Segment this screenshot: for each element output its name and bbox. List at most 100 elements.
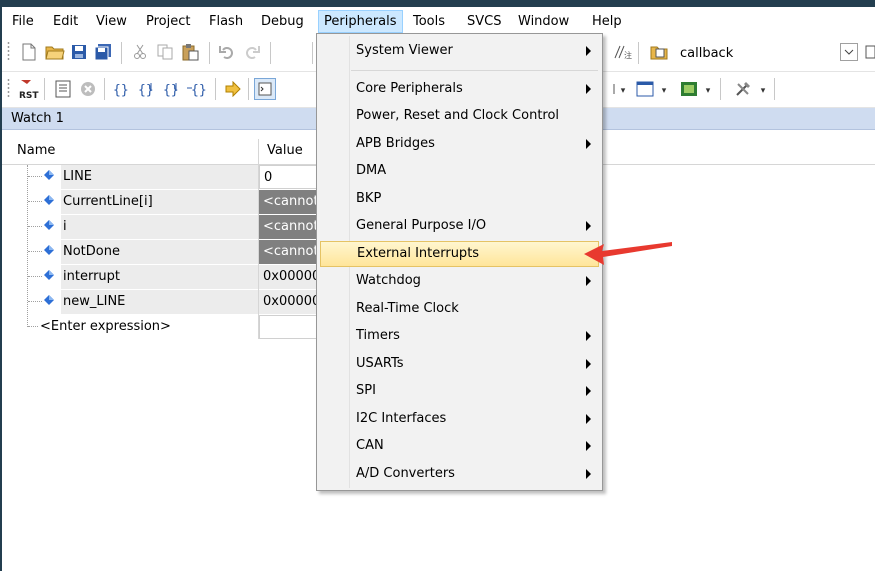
open-folder-icon[interactable] <box>44 41 66 63</box>
command-window-icon[interactable] <box>254 78 276 100</box>
watch-row-value[interactable]: 0x00000 <box>259 265 317 289</box>
watch-row-name[interactable]: interrupt <box>61 265 258 289</box>
watch-row-name[interactable]: new_LINE <box>61 290 258 314</box>
tree-connector <box>28 226 42 227</box>
menu-item-real-time-clock[interactable]: Real-Time Clock <box>320 297 599 321</box>
toolbar-separator <box>774 78 775 100</box>
redo-icon[interactable] <box>241 41 263 63</box>
submenu-arrow-icon <box>586 139 591 149</box>
menu-edit[interactable]: Edit <box>48 11 83 32</box>
new-file-icon[interactable] <box>18 41 40 63</box>
tree-connector <box>28 176 42 177</box>
comment-icon[interactable]: 注 <box>612 41 634 63</box>
menu-item-label: Power, Reset and Clock Control <box>356 108 560 123</box>
toolbox-dropdown-icon[interactable]: ▾ <box>759 84 767 98</box>
window-left-border <box>0 0 2 571</box>
watch-row-name[interactable]: LINE <box>61 165 258 189</box>
menu-project[interactable]: Project <box>141 11 195 32</box>
step-into-icon[interactable]: {} <box>111 78 133 100</box>
menu-item-power-reset-clock[interactable]: Power, Reset and Clock Control <box>320 104 599 128</box>
menu-item-apb-bridges[interactable]: APB Bridges <box>320 132 599 156</box>
system-viewer-dropdown-icon[interactable]: ▾ <box>704 84 712 98</box>
watch-row-value[interactable]: 0x00000 <box>259 290 317 314</box>
stop-icon[interactable] <box>77 78 99 100</box>
watch-row-value[interactable]: <cannot <box>259 190 317 214</box>
menu-item-external-interrupts[interactable]: External Interrupts <box>320 241 599 267</box>
reset-cpu-icon[interactable]: RST <box>17 78 39 100</box>
menu-tools[interactable]: Tools <box>408 11 450 32</box>
toolbar-grip[interactable] <box>7 41 10 61</box>
submenu-arrow-icon <box>586 386 591 396</box>
save-all-icon[interactable] <box>92 41 114 63</box>
menu-view[interactable]: View <box>91 11 132 32</box>
svg-text:RST: RST <box>19 91 39 100</box>
watch-row-value[interactable]: 0 <box>259 165 317 189</box>
step-out-icon[interactable]: {} <box>161 78 183 100</box>
menu-debug[interactable]: Debug <box>256 11 309 32</box>
system-viewer-icon[interactable] <box>678 78 700 100</box>
menu-item-timers[interactable]: Timers <box>320 324 599 348</box>
toolbar-separator <box>104 78 105 100</box>
find-combo-dropdown-icon[interactable] <box>840 43 858 61</box>
cut-icon[interactable] <box>129 41 151 63</box>
menu-item-system-viewer[interactable]: System Viewer <box>320 39 599 63</box>
find-icon[interactable] <box>864 41 875 63</box>
menu-file[interactable]: File <box>7 11 39 32</box>
toolbar-separator <box>638 42 639 64</box>
submenu-arrow-icon <box>586 46 591 56</box>
menu-item-gpio[interactable]: General Purpose I/O <box>320 214 599 238</box>
paste-icon[interactable] <box>179 41 201 63</box>
submenu-arrow-icon <box>586 414 591 424</box>
undo-icon[interactable] <box>216 41 238 63</box>
variable-icon <box>44 220 54 230</box>
toolbar-separator <box>248 78 249 100</box>
menu-item-bkp[interactable]: BKP <box>320 187 599 211</box>
menu-item-core-peripherals[interactable]: Core Peripherals <box>320 77 599 101</box>
step-over-icon[interactable]: {} <box>136 78 158 100</box>
menu-item-spi[interactable]: SPI <box>320 379 599 403</box>
copy-icon[interactable] <box>154 41 176 63</box>
red-annotation-arrow-icon <box>584 242 672 265</box>
save-icon[interactable] <box>68 41 90 63</box>
toolbox-icon[interactable] <box>733 78 755 100</box>
watch-row-name[interactable]: CurrentLine[i] <box>61 190 258 214</box>
menu-flash[interactable]: Flash <box>204 11 248 32</box>
run-to-line-icon[interactable]: {} <box>186 78 208 100</box>
watch-row-name[interactable]: NotDone <box>61 240 258 264</box>
analysis-dropdown-icon[interactable]: ▾ <box>619 84 627 98</box>
menu-item-watchdog[interactable]: Watchdog <box>320 269 599 293</box>
watch-row-value[interactable]: <cannot <box>259 215 317 239</box>
run-to-cursor-icon[interactable] <box>52 78 74 100</box>
watch-row-value[interactable]: <cannot <box>259 240 317 264</box>
svg-text:注: 注 <box>624 50 632 60</box>
menu-help[interactable]: Help <box>587 11 627 32</box>
show-next-statement-icon[interactable] <box>222 78 244 100</box>
variable-icon <box>44 245 54 255</box>
menu-item-label: APB Bridges <box>356 136 435 151</box>
menu-window[interactable]: Window <box>513 11 574 32</box>
find-combo-text[interactable]: callback <box>680 46 733 61</box>
submenu-arrow-icon <box>586 84 591 94</box>
enter-expression-row[interactable]: <Enter expression> <box>40 315 171 339</box>
find-in-files-icon[interactable] <box>648 41 670 63</box>
menu-item-i2c-interfaces[interactable]: I2C Interfaces <box>320 407 599 431</box>
menu-item-label: Watchdog <box>356 273 421 288</box>
menu-item-label: CAN <box>356 438 384 453</box>
value-column-header[interactable]: Value <box>267 138 303 164</box>
name-column-header[interactable]: Name <box>17 138 55 164</box>
menu-item-usarts[interactable]: USARTs <box>320 352 599 376</box>
menu-item-label: System Viewer <box>356 43 453 58</box>
toolbar-grip[interactable] <box>7 78 10 98</box>
trace-dropdown-icon[interactable]: ▾ <box>660 84 668 98</box>
enter-expression-value[interactable] <box>259 315 317 339</box>
variable-icon <box>44 170 54 180</box>
variable-icon <box>44 295 54 305</box>
menu-item-ad-converters[interactable]: A/D Converters <box>320 462 599 486</box>
menu-svcs[interactable]: SVCS <box>462 11 506 32</box>
watch-row-name[interactable]: i <box>61 215 258 239</box>
trace-window-icon[interactable] <box>634 78 656 100</box>
menu-peripherals[interactable]: Peripherals <box>318 10 403 33</box>
menu-item-can[interactable]: CAN <box>320 434 599 458</box>
menu-item-label: DMA <box>356 163 387 178</box>
menu-item-dma[interactable]: DMA <box>320 159 599 183</box>
